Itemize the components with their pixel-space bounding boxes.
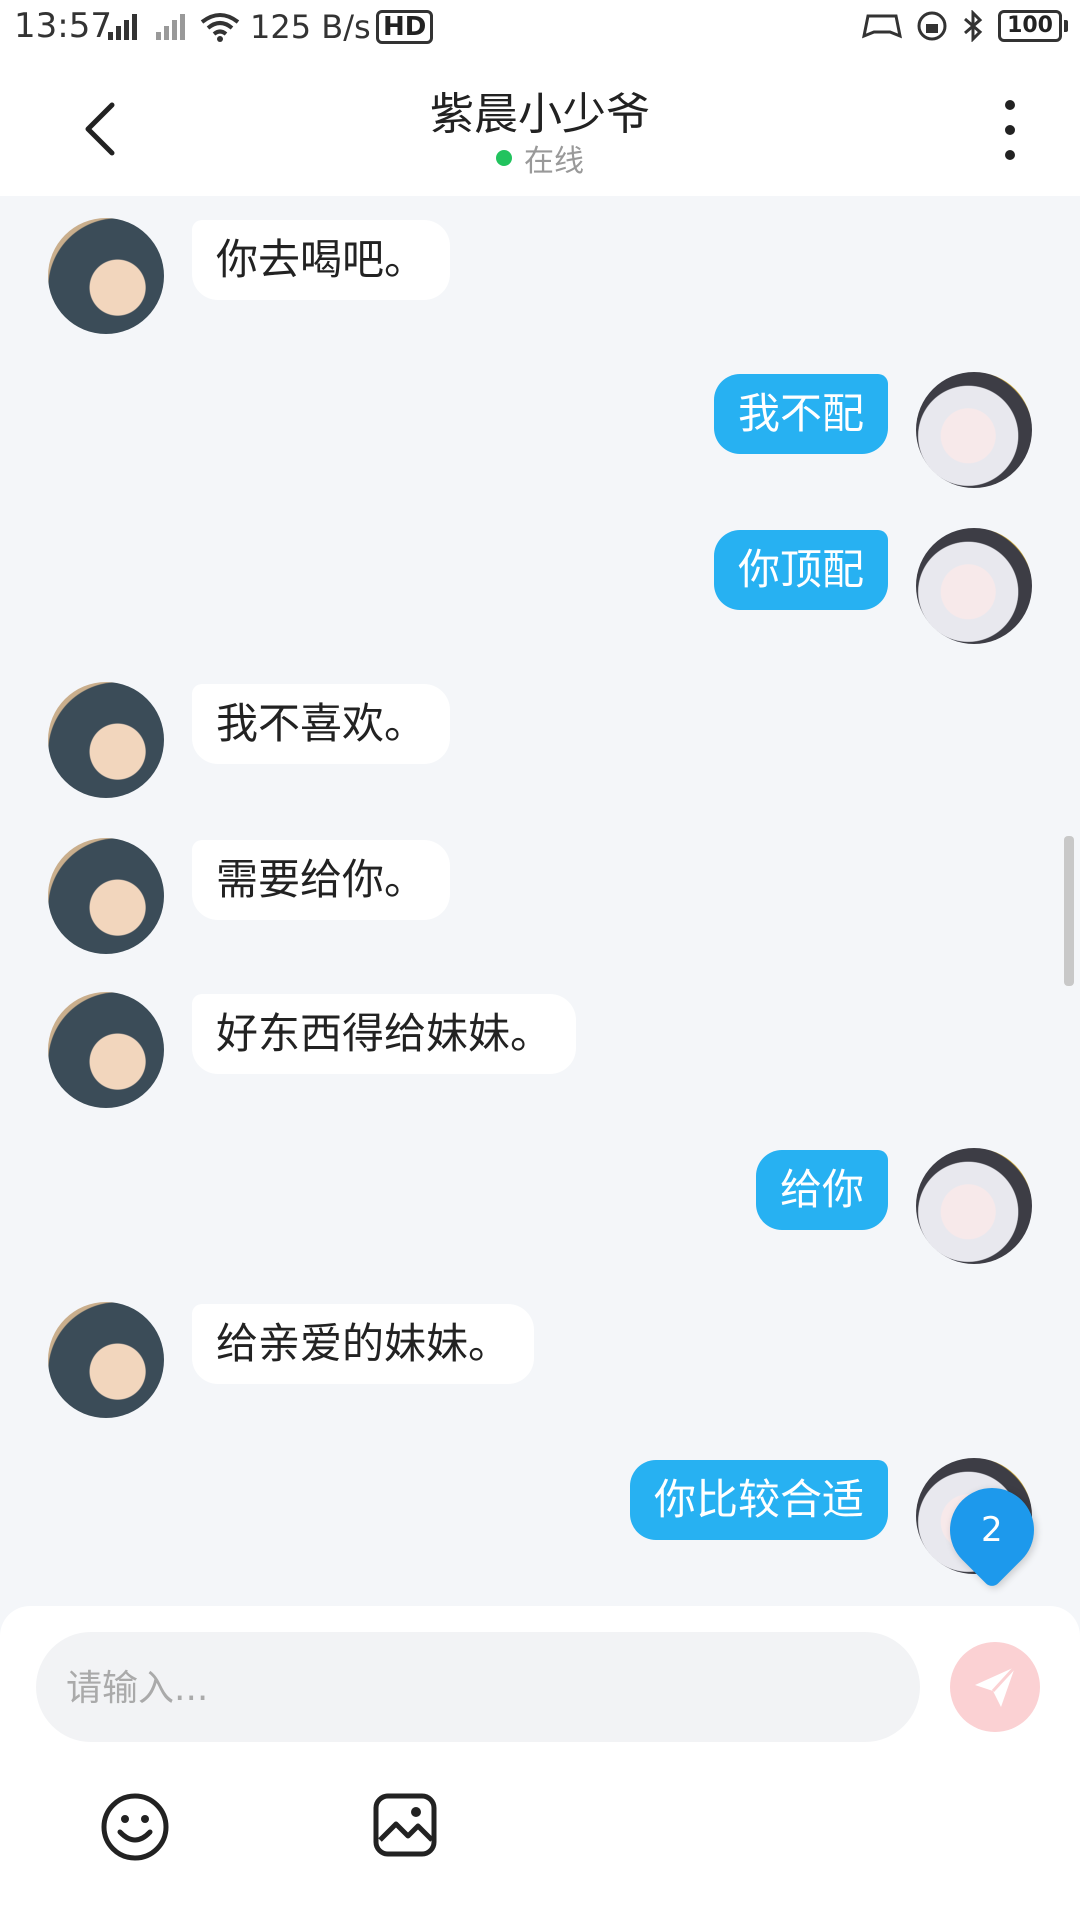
message-bubble[interactable]: 给亲爱的妹妹。 — [192, 1304, 535, 1384]
more-vertical-icon — [1005, 150, 1015, 160]
unread-count: 2 — [981, 1510, 1003, 1551]
online-dot — [496, 150, 512, 166]
message-bubble[interactable]: 好东西得给妹妹。 — [192, 994, 577, 1074]
image-icon — [373, 1793, 437, 1857]
message-bubble[interactable]: 你比较合适 — [629, 1460, 888, 1540]
more-vertical-icon — [1005, 100, 1015, 110]
rotation-lock-icon — [917, 11, 947, 41]
battery-icon: 100 — [998, 10, 1068, 42]
signal-4g-icon — [108, 14, 137, 40]
hd-badge: HD — [376, 10, 434, 44]
message-input-container[interactable] — [36, 1632, 920, 1744]
status-right-group: 100 — [862, 10, 1068, 42]
contact-avatar[interactable] — [48, 682, 164, 798]
emoji-icon — [101, 1793, 169, 1861]
contact-avatar[interactable] — [48, 992, 164, 1108]
presence-text: 在线 — [524, 144, 584, 179]
message-input[interactable] — [36, 1632, 888, 1744]
chat-title: 紫晨小少爷 — [430, 89, 650, 140]
message-bubble[interactable]: 你去喝吧。 — [192, 220, 451, 300]
status-time: 13:57 — [14, 6, 112, 46]
scrollbar[interactable] — [1064, 836, 1074, 986]
status-bar: 13:57 125 B/s HD 100 — [0, 0, 1080, 56]
composer-panel — [0, 1606, 1080, 1920]
game-controller-icon — [862, 14, 903, 39]
my-avatar[interactable] — [916, 528, 1032, 644]
chat-header: 紫晨小少爷 在线 — [0, 56, 1080, 196]
send-icon — [975, 1665, 1017, 1707]
send-button[interactable] — [950, 1642, 1040, 1732]
emoji-button[interactable] — [100, 1792, 170, 1862]
more-vertical-icon — [1005, 125, 1015, 135]
image-button[interactable] — [372, 1792, 438, 1858]
message-bubble[interactable]: 我不喜欢。 — [192, 684, 451, 764]
message-list[interactable]: 你去喝吧。 我不配 你顶配 我不喜欢。 需要给你。 好东西得给妹妹。 给你 给亲… — [0, 196, 1080, 1606]
my-avatar[interactable] — [916, 1148, 1032, 1264]
message-bubble[interactable]: 需要给你。 — [192, 840, 451, 920]
signal-empty-icon — [156, 14, 185, 40]
message-bubble[interactable]: 给你 — [755, 1150, 888, 1230]
my-avatar[interactable] — [916, 372, 1032, 488]
network-speed: 125 B/s — [250, 8, 371, 46]
message-bubble[interactable]: 你顶配 — [713, 530, 888, 610]
battery-tip — [1064, 20, 1068, 32]
contact-avatar[interactable] — [48, 1302, 164, 1418]
contact-avatar[interactable] — [48, 838, 164, 954]
bluetooth-icon — [964, 10, 983, 42]
message-bubble[interactable]: 我不配 — [713, 374, 888, 454]
contact-avatar[interactable] — [48, 218, 164, 334]
more-options-button[interactable] — [990, 100, 1030, 160]
presence-status: 在线 — [0, 136, 1080, 180]
wifi-icon — [200, 13, 240, 42]
battery-level: 100 — [998, 10, 1062, 42]
